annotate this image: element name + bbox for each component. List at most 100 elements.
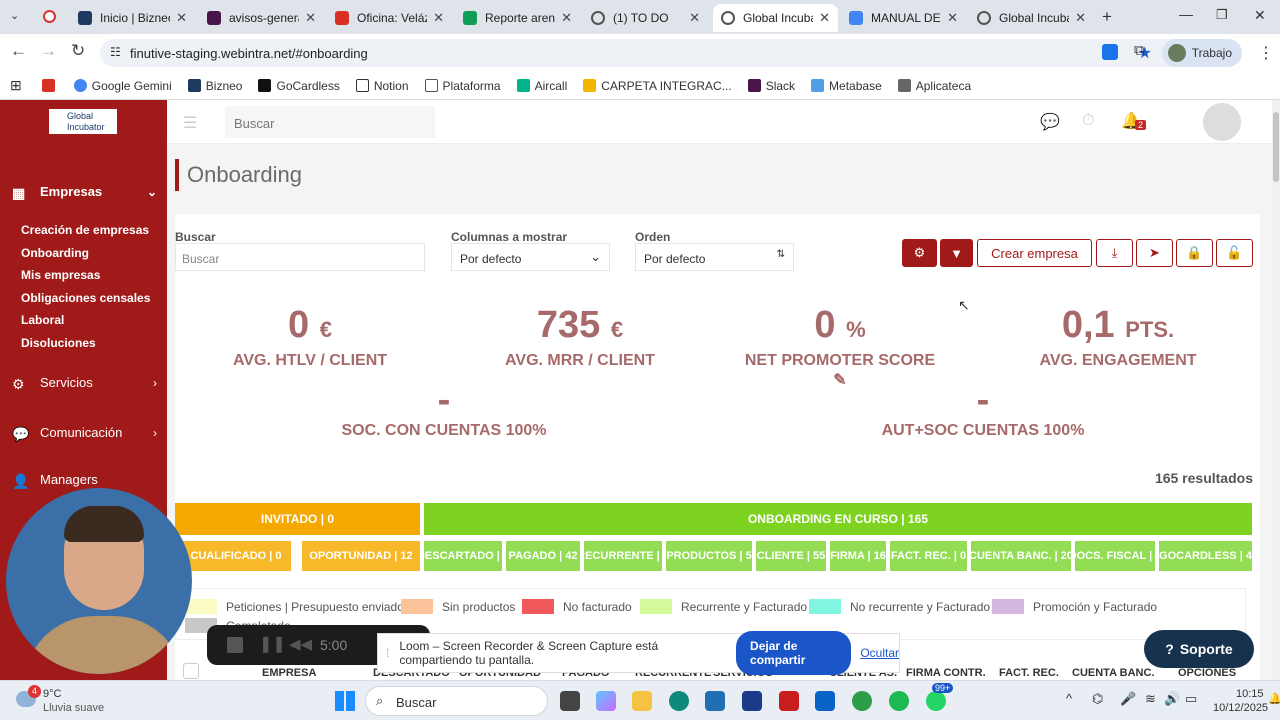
- taskview-icon[interactable]: [560, 691, 580, 711]
- tab-5[interactable]: (1) TO DO ✕: [583, 4, 708, 32]
- sidebar-item-comunicacion[interactable]: 💬 Comunicación ›: [12, 425, 157, 442]
- tab-1[interactable]: Inicio | Bizneo Hr ✕: [70, 4, 195, 32]
- substage-pagado[interactable]: PAGADO | 42: [506, 541, 580, 571]
- bookmark-plataforma[interactable]: Plataforma: [424, 79, 501, 93]
- bookmark-metabase[interactable]: Metabase: [811, 79, 882, 93]
- clock-time[interactable]: 10:15: [1236, 688, 1264, 700]
- sidebar-subitem[interactable]: Mis empresas: [21, 268, 100, 282]
- close-icon[interactable]: ✕: [947, 10, 958, 26]
- edge-icon[interactable]: [669, 691, 689, 711]
- chat-bubble-icon[interactable]: 💬: [1040, 112, 1060, 132]
- app-l-icon[interactable]: [742, 691, 762, 711]
- filter-button[interactable]: ▼: [940, 239, 973, 267]
- unlock-button[interactable]: 🔓: [1216, 239, 1253, 267]
- substage-productos[interactable]: PRODUCTOS | 5: [666, 541, 752, 571]
- substage-fact-rec[interactable]: FACT. REC. | 0: [890, 541, 967, 571]
- bookmark-aplicateca[interactable]: Aplicateca: [897, 79, 971, 93]
- select-all-checkbox[interactable]: [183, 663, 199, 679]
- window-close-icon[interactable]: ✕: [1254, 7, 1266, 24]
- gmail-bookmark[interactable]: [41, 79, 60, 92]
- page-scrollbar[interactable]: [1272, 100, 1280, 680]
- columnas-select[interactable]: Por defecto ⌄: [451, 243, 610, 271]
- edit-icon[interactable]: ✎: [833, 372, 846, 389]
- apps-icon[interactable]: ⊞: [10, 77, 22, 94]
- copilot-icon[interactable]: [596, 691, 616, 711]
- bookmark-notion[interactable]: Notion: [355, 79, 409, 93]
- new-tab-icon[interactable]: +: [1102, 7, 1112, 27]
- whatsapp-icon[interactable]: [926, 691, 946, 711]
- webcam-bubble[interactable]: [6, 488, 192, 674]
- sidebar-item-servicios[interactable]: ⚙ Servicios ›: [12, 375, 157, 392]
- send-button[interactable]: ➤: [1136, 239, 1173, 267]
- stopwatch-icon[interactable]: ⏱: [1082, 112, 1094, 130]
- back-icon[interactable]: ←: [10, 41, 27, 61]
- search-input[interactable]: Buscar: [175, 243, 425, 271]
- bookmark-slack[interactable]: Slack: [747, 79, 795, 93]
- notification-center-icon[interactable]: 🔔: [1268, 692, 1280, 705]
- profile-chip[interactable]: Trabajo: [1161, 39, 1242, 67]
- substage-recurrente[interactable]: RECURRENTE | 8: [584, 541, 662, 571]
- substage-gocardless[interactable]: GOCARDLESS | 4: [1159, 541, 1252, 571]
- mic-icon[interactable]: 🎤: [1120, 691, 1136, 707]
- network-icon[interactable]: ⌬: [1092, 691, 1103, 707]
- top-search-input[interactable]: Buscar: [225, 106, 435, 138]
- windows-start-icon[interactable]: [335, 691, 355, 711]
- settings-button[interactable]: ⚙: [902, 239, 937, 267]
- spotify-icon[interactable]: [889, 691, 909, 711]
- drag-handle-icon[interactable]: ⁞: [386, 646, 389, 660]
- scrollbar-thumb[interactable]: [1273, 112, 1279, 182]
- pause-icon[interactable]: ❚❚: [259, 634, 286, 654]
- wifi-icon[interactable]: ≋: [1145, 691, 1156, 707]
- download-button[interactable]: ⤓: [1096, 239, 1133, 267]
- tab-search-icon[interactable]: ⌄: [10, 9, 19, 22]
- address-bar[interactable]: ☷ finutive-staging.webintra.net/#onboard…: [100, 39, 1190, 67]
- table-header[interactable]: OPCIONES: [1178, 667, 1236, 679]
- clock-date[interactable]: 10/12/2025: [1213, 702, 1268, 714]
- battery-icon[interactable]: ▭: [1185, 691, 1197, 707]
- volume-icon[interactable]: 🔊: [1164, 691, 1180, 707]
- rewind-icon[interactable]: ◀◀: [289, 635, 312, 653]
- substage-docs-fiscal[interactable]: DOCS. FISCAL | 0: [1075, 541, 1155, 571]
- chrome-icon[interactable]: [852, 691, 872, 711]
- bookmark-gocardless[interactable]: GoCardless: [258, 79, 340, 93]
- sidebar-item-empresas[interactable]: ▦ Empresas ⌄: [12, 184, 157, 201]
- tab-7[interactable]: MANUAL DE USO ✕: [841, 4, 966, 32]
- store-icon[interactable]: [705, 691, 725, 711]
- substage-firma[interactable]: FIRMA | 16: [830, 541, 886, 571]
- stop-sharing-button[interactable]: Dejar de compartir: [736, 631, 852, 675]
- sidebar-subitem-active[interactable]: Onboarding: [21, 246, 89, 260]
- maximize-icon[interactable]: ❐: [1216, 7, 1228, 23]
- lock-button[interactable]: 🔒: [1176, 239, 1213, 267]
- crear-empresa-button[interactable]: Crear empresa: [977, 239, 1092, 267]
- table-header[interactable]: FACT. REC.: [999, 667, 1059, 679]
- site-info-icon[interactable]: ☷: [110, 45, 121, 59]
- support-button[interactable]: ? Soporte: [1144, 630, 1254, 668]
- forward-icon[interactable]: →: [40, 41, 57, 61]
- sidebar-subitem[interactable]: Disoluciones: [21, 336, 96, 350]
- hide-link[interactable]: Ocultar: [860, 646, 899, 660]
- sidebar-item-managers[interactable]: 👤 Managers: [12, 472, 157, 489]
- tab-3[interactable]: Oficina: Velázquez ✕: [327, 4, 452, 32]
- tab-6-active[interactable]: Global Incubator ✕: [713, 4, 838, 32]
- table-header[interactable]: CUENTA BANC.: [1072, 667, 1155, 679]
- bookmark-bizneo[interactable]: Bizneo: [187, 79, 242, 93]
- close-icon[interactable]: ✕: [176, 10, 187, 26]
- close-icon[interactable]: ✕: [819, 10, 830, 26]
- reload-icon[interactable]: ↻: [71, 41, 85, 61]
- chevron-up-icon[interactable]: ^: [1066, 691, 1072, 706]
- puzzle-icon[interactable]: ⧉: [1134, 42, 1145, 59]
- explorer-icon[interactable]: [632, 691, 652, 711]
- outlook-icon[interactable]: [815, 691, 835, 711]
- sidebar-subitem[interactable]: Laboral: [21, 313, 64, 327]
- close-icon[interactable]: ✕: [305, 10, 316, 26]
- stop-icon[interactable]: [227, 637, 243, 653]
- tab-2[interactable]: avisos-generales ✕: [199, 4, 324, 32]
- user-avatar[interactable]: [1203, 103, 1241, 141]
- taskbar-search[interactable]: ⌕ Buscar: [365, 686, 548, 716]
- minimize-icon[interactable]: —: [1179, 6, 1193, 22]
- close-icon[interactable]: ✕: [689, 10, 700, 26]
- substage-cliente[interactable]: CLIENTE | 55: [756, 541, 826, 571]
- extension-icon[interactable]: [1102, 44, 1118, 60]
- stage-onboarding-en-curso[interactable]: ONBOARDING EN CURSO | 165: [424, 503, 1252, 535]
- bookmark-gemini[interactable]: Google Gemini: [73, 79, 172, 93]
